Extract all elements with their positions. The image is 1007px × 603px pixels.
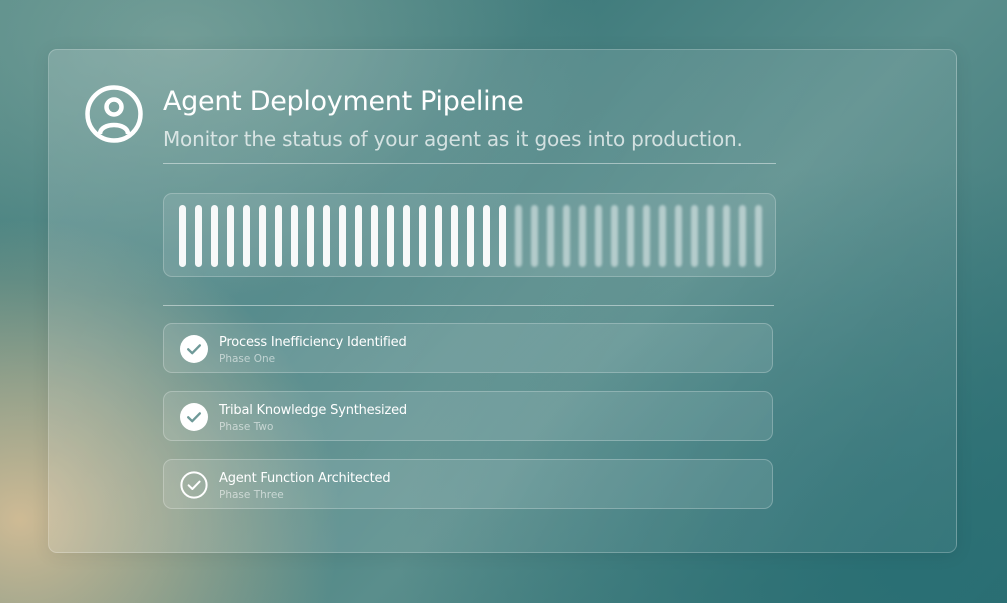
phase-number: Phase Three [219, 489, 284, 501]
check-circle-outline-icon [180, 471, 208, 499]
progress-segment-pending [579, 205, 586, 267]
progress-segment-complete [403, 205, 410, 267]
progress-segment-complete [195, 205, 202, 267]
phase-item-two[interactable]: Tribal Knowledge Synthesized Phase Two [163, 391, 773, 441]
user-circle-icon [85, 85, 143, 143]
progress-segment-complete [259, 205, 266, 267]
header-divider [163, 163, 776, 164]
progress-segment-pending [691, 205, 698, 267]
progress-segment-pending [723, 205, 730, 267]
progress-segment-pending [739, 205, 746, 267]
progress-segment-complete [323, 205, 330, 267]
page-subtitle: Monitor the status of your agent as it g… [163, 127, 743, 151]
progress-segment-complete [355, 205, 362, 267]
progress-segment-pending [675, 205, 682, 267]
progress-segment-complete [483, 205, 490, 267]
progress-segment-complete [227, 205, 234, 267]
phase-number: Phase One [219, 353, 276, 365]
section-divider [163, 305, 774, 306]
progress-segment-complete [179, 205, 186, 267]
progress-segment-complete [339, 205, 346, 267]
progress-segments [179, 205, 762, 267]
progress-segment-complete [467, 205, 474, 267]
phase-label: Tribal Knowledge Synthesized [219, 403, 407, 418]
phase-item-one[interactable]: Process Inefficiency Identified Phase On… [163, 323, 773, 373]
check-circle-filled-icon [180, 403, 208, 431]
progress-segment-pending [643, 205, 650, 267]
progress-segment-pending [595, 205, 602, 267]
phase-number: Phase Two [219, 421, 274, 433]
progress-segment-pending [659, 205, 666, 267]
page-title: Agent Deployment Pipeline [163, 86, 524, 117]
progress-segment-complete [371, 205, 378, 267]
progress-segment-complete [499, 205, 506, 267]
progress-segment-pending [515, 205, 522, 267]
phase-label: Agent Function Architected [219, 471, 391, 486]
progress-segment-complete [435, 205, 442, 267]
progress-segment-pending [611, 205, 618, 267]
deployment-progress-meter [163, 193, 776, 277]
progress-segment-pending [531, 205, 538, 267]
progress-segment-complete [291, 205, 298, 267]
progress-segment-pending [547, 205, 554, 267]
phase-item-three[interactable]: Agent Function Architected Phase Three [163, 459, 773, 509]
progress-segment-pending [627, 205, 634, 267]
progress-segment-complete [419, 205, 426, 267]
phase-label: Process Inefficiency Identified [219, 335, 407, 350]
progress-segment-pending [707, 205, 714, 267]
progress-segment-complete [451, 205, 458, 267]
progress-segment-complete [211, 205, 218, 267]
progress-segment-pending [755, 205, 762, 267]
progress-segment-complete [243, 205, 250, 267]
progress-segment-complete [387, 205, 394, 267]
check-circle-filled-icon [180, 335, 208, 363]
progress-segment-complete [275, 205, 282, 267]
progress-segment-complete [307, 205, 314, 267]
progress-segment-pending [563, 205, 570, 267]
